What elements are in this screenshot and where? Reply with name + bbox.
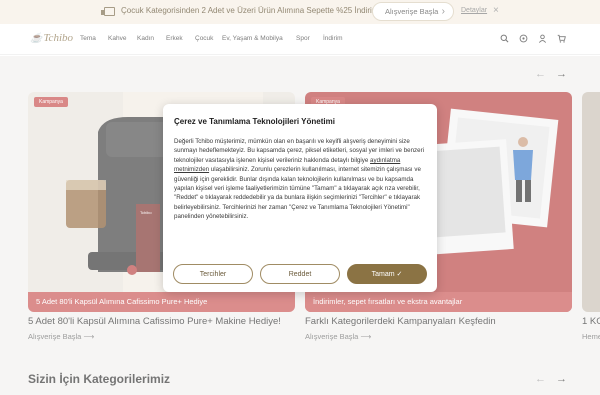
- cookie-consent-dialog: Çerez ve Tanımlama Teknolojileri Yönetim…: [163, 104, 437, 292]
- accept-button[interactable]: Tamam ✓: [347, 264, 427, 284]
- dialog-body-text: ulaşabilirsiniz. Zorunlu çerezlerin kull…: [174, 166, 421, 221]
- preferences-button[interactable]: Tercihler: [173, 264, 253, 284]
- dialog-title: Çerez ve Tanımlama Teknolojileri Yönetim…: [174, 117, 335, 126]
- reject-button[interactable]: Reddet: [260, 264, 340, 284]
- dialog-body: Değerli Tchibo müşterimiz, mümkün olan e…: [174, 137, 429, 222]
